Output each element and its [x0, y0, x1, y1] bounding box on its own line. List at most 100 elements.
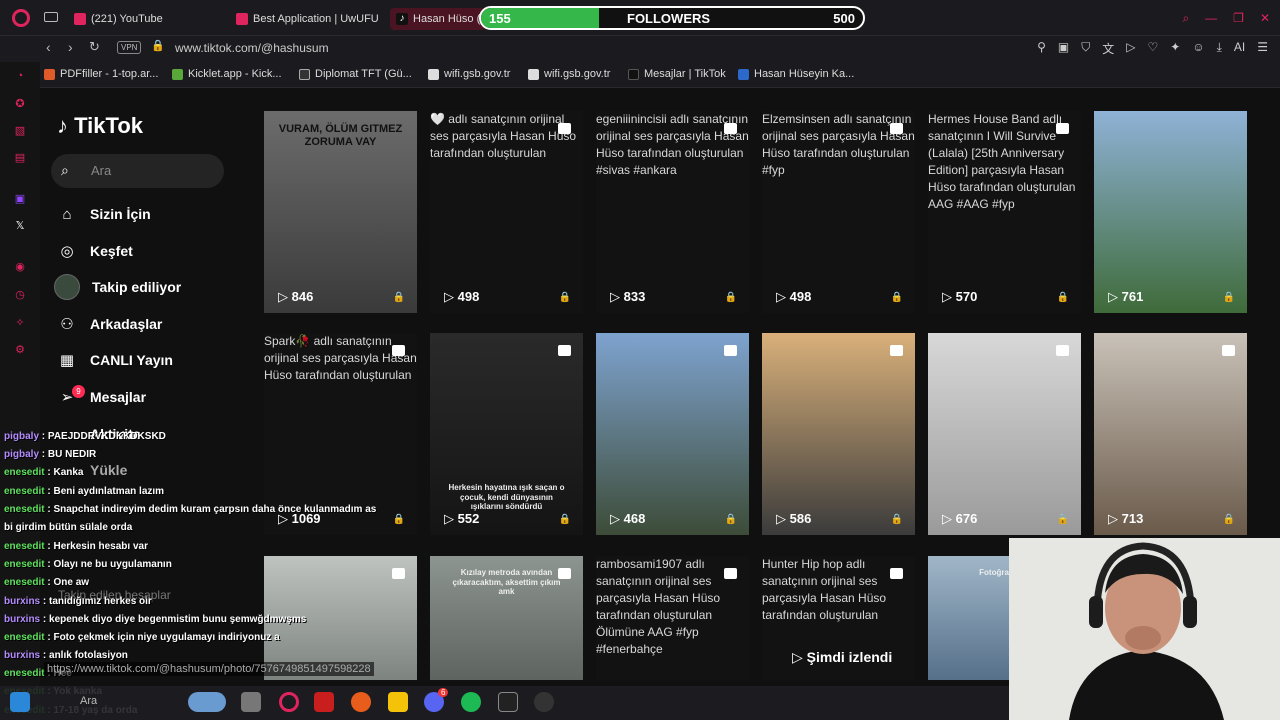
uwufu-icon — [236, 13, 248, 25]
messenger-icon[interactable]: ▤ — [12, 151, 28, 165]
opera-logo-icon[interactable] — [12, 9, 30, 27]
widget-icon[interactable] — [188, 692, 226, 712]
chat-text: One aw — [53, 577, 90, 588]
close-icon[interactable]: ✕ — [1260, 11, 1270, 26]
chat-username: burxins — [4, 650, 41, 661]
view-count-number: 498 — [457, 289, 480, 304]
heart-icon[interactable]: ♡ — [1147, 40, 1158, 57]
pin-icon[interactable]: ⚲ — [1037, 40, 1046, 57]
tab-uwufu[interactable]: Best Application | UwUFU — [236, 8, 378, 30]
tab-tiktok[interactable]: ♪ Hasan Hüso (@ — [390, 8, 485, 30]
browser-tab-bar: (221) YouTube Best Application | UwUFU ♪… — [0, 0, 1280, 36]
chat-username: enesedit — [4, 668, 45, 679]
extensions-icon[interactable]: ✧ — [12, 316, 28, 330]
nav-label: Mesajlar — [90, 389, 147, 405]
nav-for-you[interactable]: ⌂ Sizin İçin — [56, 202, 150, 226]
forward-icon[interactable]: › — [68, 39, 73, 55]
video-tile[interactable]: Hermes House Band adlı sanatçının I Will… — [928, 111, 1081, 313]
chat-separator: : — [40, 650, 50, 661]
shield-icon[interactable]: ⛉ — [1081, 40, 1090, 57]
x-icon[interactable]: 𝕏 — [12, 219, 28, 233]
flow-icon[interactable]: ▧ — [12, 124, 28, 138]
store-icon[interactable] — [241, 692, 261, 712]
chat-text: bi girdim bütün sülale orda — [4, 522, 133, 533]
netflix-icon[interactable] — [314, 692, 334, 712]
video-tile[interactable]: ▷ 713 🔒 — [1094, 333, 1247, 535]
spotify-icon[interactable] — [461, 692, 481, 712]
settings-icon[interactable]: ⚙ — [12, 343, 28, 357]
view-count-number: 761 — [1121, 289, 1144, 304]
speed-dial-icon[interactable]: ◔ — [12, 70, 28, 84]
profile-icon[interactable]: ☺ — [1192, 40, 1204, 57]
back-icon[interactable]: ‹ — [46, 39, 51, 55]
twitch-icon[interactable]: ▣ — [12, 192, 28, 206]
bookmarks-bar: PDFfiller - 1-top.ar... Kicklet.app - Ki… — [0, 62, 1280, 88]
video-tile[interactable]: Elzemsinsen adlı sanatçının orijinal ses… — [762, 111, 915, 313]
chat-message: enesedit : Foto çekmek için niye uygulam… — [4, 632, 280, 643]
followers-goal-bar: 155 FOLLOWERS 500 — [479, 6, 865, 30]
bookmark-wifi-1[interactable]: wifi.gsb.gov.tr — [428, 68, 510, 80]
nav-friends[interactable]: ⚇ Arkadaşlar — [56, 312, 162, 336]
video-tile[interactable]: ▷ 586 🔒 — [762, 333, 915, 535]
play-icon[interactable]: ▷ — [1126, 40, 1135, 57]
nav-live[interactable]: ▦ CANLI Yayın — [56, 348, 173, 372]
play-icon: ▷ — [444, 511, 458, 526]
bookmark-diplomat[interactable]: Diplomat TFT (Gü... — [299, 68, 412, 80]
video-tile[interactable]: 🤍 adlı sanatçının orijinal ses parçasıyl… — [430, 111, 583, 313]
video-tile[interactable]: Kızılay metroda avından çıkaracaktım, ak… — [430, 556, 583, 680]
lock-icon: 🔒 — [1222, 514, 1235, 525]
menu-icon[interactable]: ☰ — [1257, 40, 1268, 57]
video-tile[interactable]: ▷ 676 🔒 — [928, 333, 1081, 535]
video-tile[interactable]: Herkesin hayatına ışık saçan o çocuk, ke… — [430, 333, 583, 535]
extensions-icon[interactable]: ✦ — [1170, 40, 1180, 57]
windows-start-icon[interactable] — [10, 692, 30, 712]
minimize-icon[interactable]: — — [1205, 11, 1217, 26]
view-count-number: 586 — [789, 511, 812, 526]
vpn-badge[interactable]: VPN — [117, 41, 142, 54]
tiktok-logo[interactable]: ♪ TikTok — [57, 113, 143, 139]
bookmark-hasan[interactable]: Hasan Hüseyin Ka... — [738, 68, 854, 80]
snapshot-icon[interactable]: ▣ — [1058, 40, 1069, 57]
reload-icon[interactable]: ↻ — [89, 39, 100, 55]
player-icon[interactable]: ◉ — [12, 260, 28, 274]
screen: (221) YouTube Best Application | UwUFU ♪… — [0, 0, 1280, 720]
chat-text: Beni aydınlatman lazım — [53, 486, 165, 497]
play-icon: ▷ — [610, 511, 624, 526]
nav-label: Yükle — [90, 462, 128, 478]
maximize-icon[interactable]: ❐ — [1233, 11, 1244, 26]
opera-icon[interactable] — [279, 692, 299, 712]
search-icon[interactable]: ⌕ — [1182, 11, 1189, 26]
epic-games-icon[interactable] — [498, 692, 518, 712]
taskbar-search[interactable]: Ara — [80, 695, 97, 707]
app-icon[interactable] — [534, 692, 554, 712]
bookmark-pdffiller[interactable]: PDFfiller - 1-top.ar... — [44, 68, 158, 80]
nav-following[interactable]: Takip ediliyor — [54, 274, 181, 300]
video-tile[interactable]: ▷ 468 🔒 — [596, 333, 749, 535]
nav-messages[interactable]: ➢ Mesajlar — [56, 385, 146, 409]
video-tile[interactable]: egeniiinincisii adlı sanatçının orijinal… — [596, 111, 749, 313]
avatar — [54, 274, 80, 300]
chat-separator: : — [39, 449, 48, 460]
download-icon[interactable]: ⤓ — [1217, 40, 1222, 57]
translate-icon[interactable]: 文 — [1102, 40, 1114, 57]
view-count: ▷ 846 — [278, 289, 313, 305]
history-icon[interactable]: ◷ — [12, 288, 28, 302]
folder-icon[interactable] — [388, 692, 408, 712]
tab-youtube[interactable]: (221) YouTube — [74, 8, 224, 30]
url-field[interactable]: www.tiktok.com/@hashusum — [175, 41, 329, 55]
bookmark-tiktok-messages[interactable]: Mesajlar | TikTok — [628, 68, 726, 80]
messages-badge: 9 — [72, 385, 85, 398]
ai-icon[interactable]: ✪ — [12, 97, 28, 111]
nav-explore[interactable]: ◎ Keşfet — [56, 239, 132, 263]
search-input[interactable]: ⌕ Ara — [51, 154, 224, 188]
ea-icon[interactable] — [351, 692, 371, 712]
tiktok-icon: ♪ — [396, 13, 408, 25]
video-tile[interactable]: VURAM, ÖLÜM GITMEZ ZORUMA VAY ▷ 846 🔒 — [264, 111, 417, 313]
photo-icon — [1056, 345, 1069, 356]
tab-switcher-icon[interactable] — [44, 12, 58, 22]
video-tile[interactable]: ▷ 761 🔒 — [1094, 111, 1247, 313]
bookmark-wifi-2[interactable]: wifi.gsb.gov.tr — [528, 68, 610, 80]
ai-icon[interactable]: AI — [1234, 40, 1245, 57]
video-tile[interactable]: rambosami1907 adlı sanatçının orijinal s… — [596, 556, 749, 680]
bookmark-kicklet[interactable]: Kicklet.app - Kick... — [172, 68, 282, 80]
